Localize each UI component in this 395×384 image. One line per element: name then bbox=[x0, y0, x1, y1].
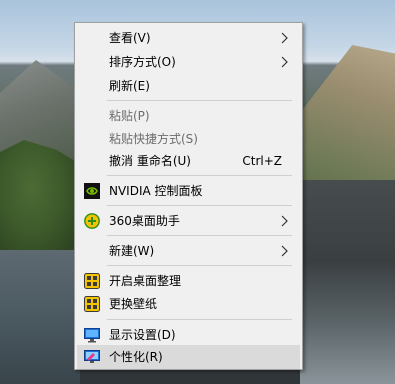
nvidia-icon bbox=[84, 183, 100, 199]
wallpaper-change-icon bbox=[84, 296, 100, 312]
wallpaper-rock-right bbox=[300, 180, 395, 384]
menu-separator bbox=[107, 205, 292, 206]
menu-item-personalize[interactable]: 个性化(R) bbox=[77, 345, 300, 369]
menu-item-undo-rename[interactable]: 撤消 重命名(U) Ctrl+Z bbox=[77, 149, 300, 173]
menu-item-label: 排序方式(O) bbox=[109, 55, 176, 69]
chevron-right-icon bbox=[281, 245, 288, 257]
menu-item-label: 粘贴(P) bbox=[109, 109, 150, 123]
menu-item-label: 查看(V) bbox=[109, 31, 151, 45]
menu-item-label: 开启桌面整理 bbox=[109, 274, 182, 288]
menu-item-sort-by[interactable]: 排序方式(O) bbox=[77, 50, 300, 74]
shortcut-label: Ctrl+Z bbox=[242, 154, 282, 168]
menu-item-label: 刷新(E) bbox=[109, 79, 150, 93]
wallpaper-trees bbox=[0, 140, 80, 260]
menu-separator bbox=[107, 319, 292, 320]
menu-item-label: 个性化(R) bbox=[109, 350, 163, 364]
menu-item-nvidia-control-panel[interactable]: NVIDIA 控制面板 bbox=[77, 179, 300, 203]
menu-separator bbox=[107, 175, 292, 176]
desktop-context-menu: 查看(V) 排序方式(O) 刷新(E) 粘贴(P) 粘贴快捷方式(S) 撤消 重… bbox=[74, 22, 303, 370]
chevron-right-icon bbox=[281, 32, 288, 44]
menu-item-display-settings[interactable]: 显示设置(D) bbox=[77, 323, 300, 347]
menu-item-view[interactable]: 查看(V) bbox=[77, 26, 300, 50]
menu-item-paste[interactable]: 粘贴(P) bbox=[77, 104, 300, 128]
menu-separator bbox=[107, 100, 292, 101]
menu-item-label: 撤消 重命名(U) bbox=[109, 154, 191, 168]
menu-item-label: 更换壁纸 bbox=[109, 297, 158, 311]
menu-separator bbox=[107, 265, 292, 266]
menu-item-change-wallpaper[interactable]: 更换壁纸 bbox=[77, 292, 300, 316]
menu-item-paste-shortcut[interactable]: 粘贴快捷方式(S) bbox=[77, 127, 300, 151]
menu-item-label: 新建(W) bbox=[109, 244, 155, 258]
menu-item-360-desktop-assistant[interactable]: 360桌面助手 bbox=[77, 209, 300, 233]
menu-item-new[interactable]: 新建(W) bbox=[77, 239, 300, 263]
desktop-organize-icon bbox=[84, 273, 100, 289]
menu-separator bbox=[107, 235, 292, 236]
chevron-right-icon bbox=[281, 56, 288, 68]
menu-item-label: NVIDIA 控制面板 bbox=[109, 184, 203, 198]
wallpaper-rock-left bbox=[0, 250, 80, 384]
personalize-icon bbox=[84, 350, 100, 363]
chevron-right-icon bbox=[281, 215, 288, 227]
menu-item-label: 粘贴快捷方式(S) bbox=[109, 132, 198, 146]
menu-item-refresh[interactable]: 刷新(E) bbox=[77, 74, 300, 98]
360-desktop-assistant-icon bbox=[84, 213, 100, 229]
menu-item-label: 360桌面助手 bbox=[109, 214, 180, 228]
menu-item-label: 显示设置(D) bbox=[109, 328, 176, 342]
display-settings-icon bbox=[84, 328, 100, 343]
menu-item-desktop-organize[interactable]: 开启桌面整理 bbox=[77, 269, 300, 293]
